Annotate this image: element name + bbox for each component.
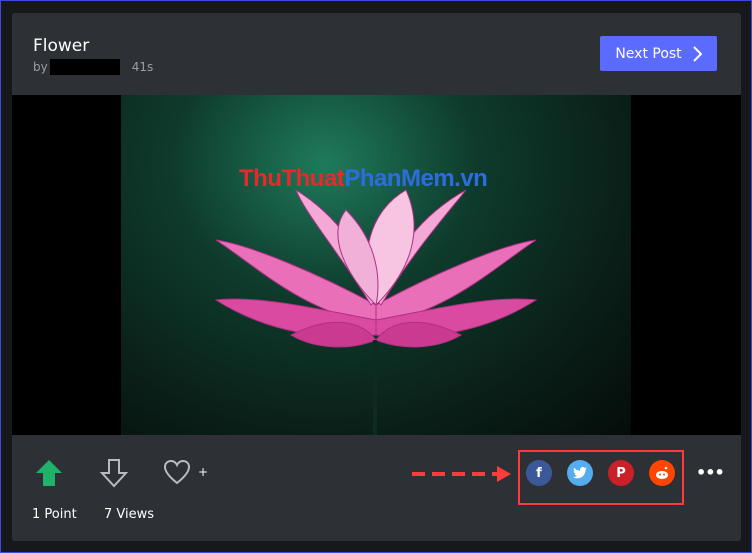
favorite-plus[interactable]: + xyxy=(198,465,208,479)
pinterest-glyph: P xyxy=(616,465,626,481)
next-post-button[interactable]: Next Post xyxy=(600,36,717,71)
downvote-icon[interactable] xyxy=(99,457,129,489)
upvote-icon[interactable] xyxy=(34,458,64,488)
annotation-arrowhead xyxy=(497,466,511,482)
watermark-part1: ThuThuat xyxy=(239,165,345,192)
points-count: 1 Point xyxy=(32,507,77,522)
post-media: ThuThuatPhanMem.vn xyxy=(12,95,741,435)
views-count: 7 Views xyxy=(104,507,155,522)
more-options-button[interactable]: ••• xyxy=(696,463,725,482)
reddit-share-icon[interactable] xyxy=(649,460,675,486)
post-age: 41s xyxy=(131,60,154,74)
post-title: Flower xyxy=(33,36,90,56)
next-post-label: Next Post xyxy=(615,45,682,62)
chevron-right-icon xyxy=(692,45,702,62)
watermark-part2: PhanMem.vn xyxy=(344,165,488,192)
post-meta: by 41s xyxy=(33,59,153,75)
heart-icon[interactable] xyxy=(163,459,191,485)
post-card: Flower by 41s Next Post ThuThuatPhanMem.… xyxy=(12,13,741,541)
annotation-arrow xyxy=(412,472,498,476)
facebook-share-icon[interactable]: f xyxy=(526,460,552,486)
watermark-logo: ThuThuatPhanMem.vn xyxy=(239,165,488,193)
twitter-bird-icon xyxy=(573,467,587,479)
post-footer: + 1 Point 7 Views f P ••• xyxy=(12,435,741,541)
author-redacted[interactable] xyxy=(49,59,120,75)
lotus-image[interactable]: ThuThuatPhanMem.vn xyxy=(121,95,631,435)
facebook-glyph: f xyxy=(536,465,542,481)
pinterest-share-icon[interactable]: P xyxy=(608,460,634,486)
reddit-alien-icon xyxy=(656,466,668,479)
by-label: by xyxy=(33,60,48,74)
lotus-flower xyxy=(214,188,538,435)
twitter-share-icon[interactable] xyxy=(567,460,593,486)
